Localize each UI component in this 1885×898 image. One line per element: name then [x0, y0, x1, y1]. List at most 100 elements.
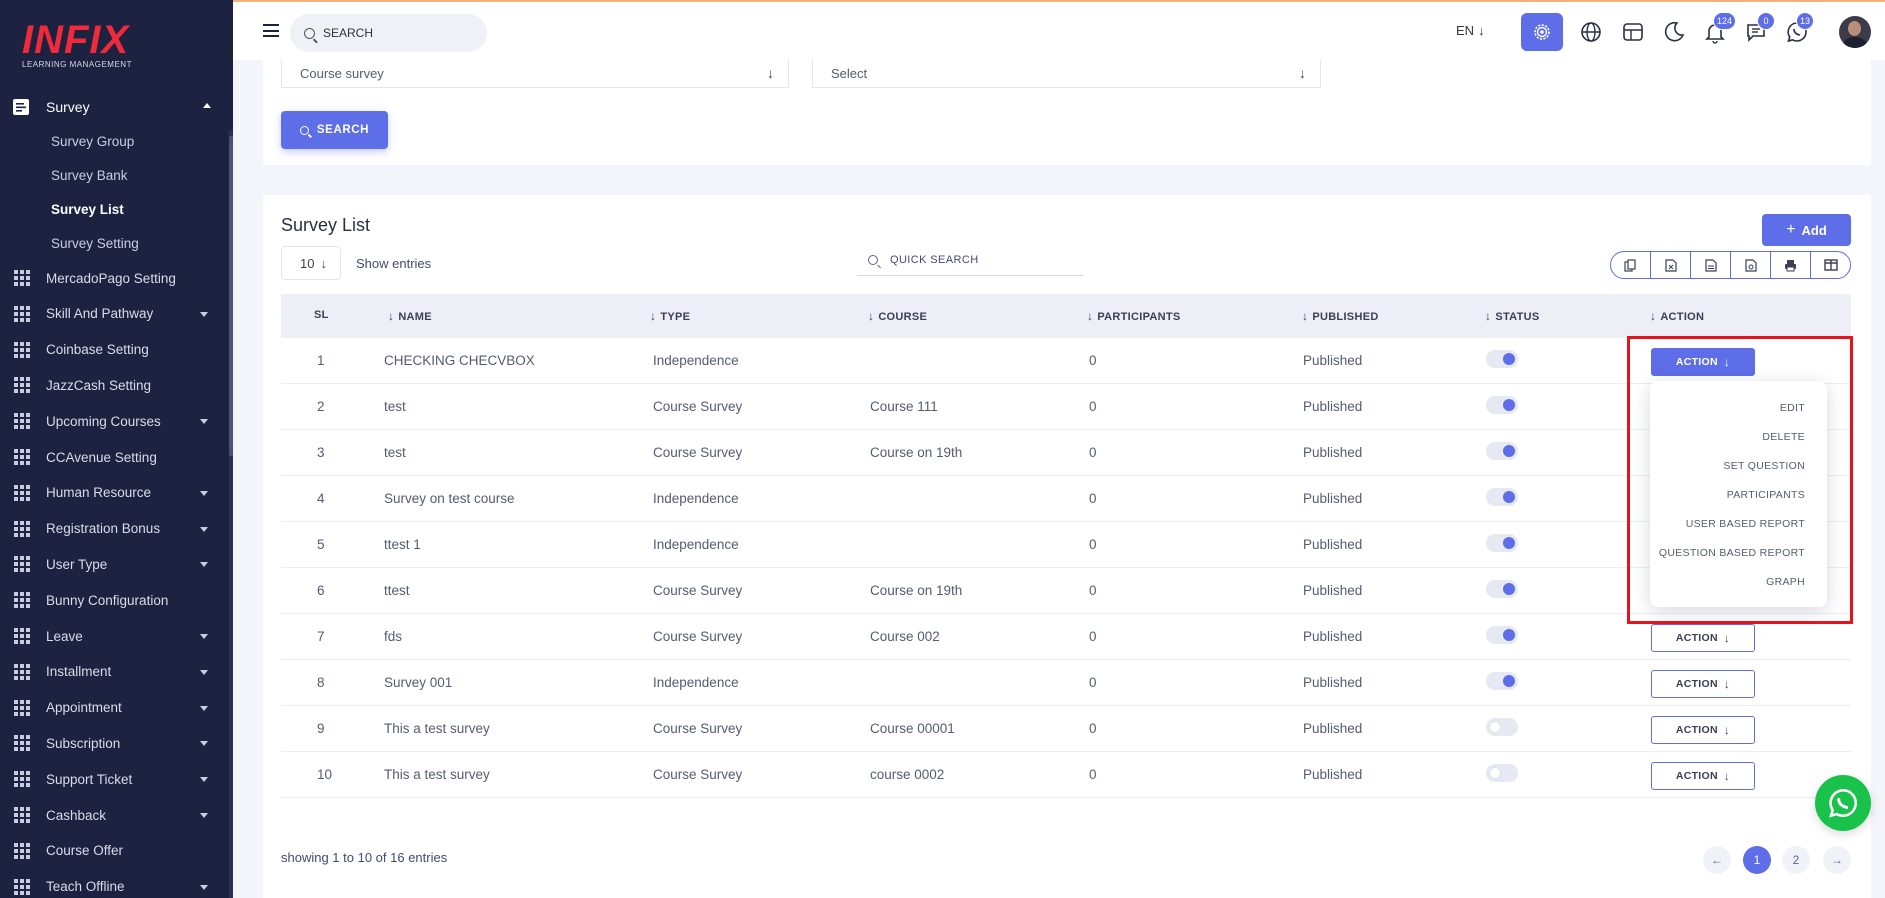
search-icon [868, 255, 878, 265]
column-header-type[interactable]: ↓ TYPE [650, 309, 690, 323]
csv-button[interactable] [1691, 252, 1731, 278]
chevron-down-icon [200, 562, 208, 568]
pagination-page-2[interactable]: 2 [1782, 846, 1810, 874]
action-button[interactable]: ACTION ↓ [1651, 624, 1755, 652]
chevron-down-icon [200, 634, 208, 639]
columns-button[interactable] [1811, 252, 1850, 278]
column-header-name[interactable]: ↓ NAME [388, 309, 432, 323]
column-header-action[interactable]: ↓ ACTION [1650, 309, 1704, 323]
global-search[interactable] [290, 14, 487, 52]
sidebar-subitem-survey-list[interactable]: Survey List [51, 202, 124, 217]
cell-published: Published [1303, 353, 1363, 368]
sidebar-item-label: CCAvenue Setting [46, 449, 157, 465]
column-header-status[interactable]: ↓ STATUS [1485, 309, 1539, 323]
sidebar-item-course-offer[interactable]: Course Offer [0, 840, 229, 862]
status-toggle[interactable] [1486, 718, 1518, 736]
menu-icon[interactable] [263, 24, 279, 37]
globe-icon[interactable] [1579, 20, 1603, 44]
sidebar-item-bunny-configuration[interactable]: Bunny Configuration [0, 589, 229, 611]
cell-course: Course on 19th [870, 445, 963, 460]
add-button[interactable]: + Add [1762, 214, 1851, 246]
grid-icon [14, 771, 30, 788]
status-toggle[interactable] [1486, 580, 1518, 598]
status-toggle[interactable] [1486, 350, 1518, 368]
sidebar-item-coinbase-setting[interactable]: Coinbase Setting [0, 339, 229, 361]
sidebar-item-upcoming-courses[interactable]: Upcoming Courses [0, 410, 229, 432]
cell-course: Course on 19th [870, 583, 963, 598]
sidebar-subitem-survey-setting[interactable]: Survey Setting [51, 236, 139, 251]
table-row: 1 CHECKING CHECVBOX Independence 0 Published… [281, 338, 1851, 384]
sidebar-item-leave[interactable]: Leave [0, 625, 229, 647]
whatsapp-float-button[interactable] [1815, 775, 1871, 831]
excel-button[interactable] [1651, 252, 1691, 278]
settings-button[interactable] [1521, 13, 1563, 51]
avatar[interactable] [1839, 16, 1871, 48]
status-toggle[interactable] [1486, 534, 1518, 552]
action-button[interactable]: ACTION ↓ [1651, 762, 1755, 790]
gear-icon [1534, 24, 1550, 40]
sidebar-item-jazzcash-setting[interactable]: JazzCash Setting [0, 374, 229, 396]
sidebar-item-support-ticket[interactable]: Support Ticket [0, 768, 229, 790]
moon-icon[interactable] [1662, 20, 1686, 44]
survey-type-select[interactable]: Course survey ↓ [281, 60, 789, 88]
sidebar-item-cashback[interactable]: Cashback [0, 804, 229, 826]
cell-participants: 0 [1089, 629, 1097, 644]
grid-icon [14, 592, 30, 609]
layout-icon[interactable] [1621, 20, 1645, 44]
column-header-course[interactable]: ↓ COURSE [868, 309, 927, 323]
cell-type: Course Survey [653, 767, 743, 782]
search-button[interactable]: SEARCH [281, 111, 388, 149]
sidebar-subitem-survey-group[interactable]: Survey Group [51, 134, 134, 149]
sort-arrow-icon: ↓ [1302, 309, 1309, 323]
logo[interactable]: INFIX LEARNING MANAGEMENT [22, 20, 132, 69]
sidebar-subitem-survey-bank[interactable]: Survey Bank [51, 168, 128, 183]
sidebar-item-registration-bonus[interactable]: Registration Bonus [0, 518, 229, 540]
sidebar-item-skill-and-pathway[interactable]: Skill And Pathway [0, 303, 229, 325]
print-button[interactable] [1771, 252, 1811, 278]
secondary-select[interactable]: Select ↓ [812, 60, 1321, 88]
quick-search-input[interactable] [890, 254, 1070, 266]
cell-type: Independence [653, 675, 739, 690]
cell-participants: 0 [1089, 675, 1097, 690]
arrow-down-icon: ↓ [1723, 723, 1731, 737]
sidebar-item-human-resource[interactable]: Human Resource [0, 482, 229, 504]
pagination-page-1[interactable]: 1 [1743, 846, 1771, 874]
sidebar-item-label: Appointment [46, 700, 122, 716]
sidebar-item-ccavenue-setting[interactable]: CCAvenue Setting [0, 446, 229, 468]
sidebar-item-survey[interactable]: Survey [0, 94, 229, 120]
action-button[interactable]: ACTION ↓ [1651, 716, 1755, 744]
sidebar-scrollbar[interactable] [229, 130, 233, 898]
sidebar-item-teach-offline[interactable]: Teach Offline [0, 876, 229, 898]
sidebar-item-user-type[interactable]: User Type [0, 553, 229, 575]
showing-entries-text: showing 1 to 10 of 16 entries [281, 850, 448, 865]
action-button-label: ACTION [1675, 678, 1718, 690]
language-selector[interactable]: EN ↓ [1456, 23, 1485, 38]
pagination-next[interactable]: → [1823, 846, 1851, 874]
sidebar-item-mercadopago-setting[interactable]: MercadoPago Setting [0, 267, 229, 289]
logo-tagline: LEARNING MANAGEMENT [22, 60, 132, 69]
sidebar-item-subscription[interactable]: Subscription [0, 732, 229, 754]
cell-sl: 1 [317, 353, 325, 368]
sidebar-item-appointment[interactable]: Appointment [0, 697, 229, 719]
status-toggle[interactable] [1486, 626, 1518, 644]
entries-select[interactable]: 10 ↓ [281, 246, 341, 280]
cell-sl: 4 [317, 491, 325, 506]
select-value: Select [831, 66, 868, 81]
action-button[interactable]: ACTION ↓ [1651, 670, 1755, 698]
status-toggle[interactable] [1486, 764, 1518, 782]
pagination-prev[interactable]: ← [1703, 846, 1731, 874]
sidebar-item-installment[interactable]: Installment [0, 661, 229, 683]
status-toggle[interactable] [1486, 488, 1518, 506]
column-header-participants[interactable]: ↓ PARTICIPANTS [1087, 309, 1181, 323]
quick-search[interactable] [857, 245, 1083, 276]
pdf-button[interactable] [1731, 252, 1771, 278]
status-toggle[interactable] [1486, 442, 1518, 460]
search-input[interactable] [323, 26, 473, 40]
status-toggle[interactable] [1486, 672, 1518, 690]
table-row: 2 test Course Survey Course 111 0 Published [281, 384, 1851, 430]
cell-participants: 0 [1089, 445, 1097, 460]
copy-button[interactable] [1611, 252, 1651, 278]
column-header-published[interactable]: ↓ PUBLISHED [1302, 309, 1379, 323]
status-toggle[interactable] [1486, 396, 1518, 414]
chevron-down-icon [200, 526, 208, 532]
